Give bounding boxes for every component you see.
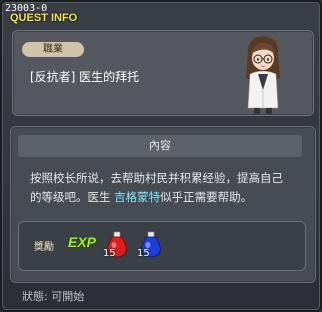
quest-info-window: 23003-0 QUEST INFO 職業 [反抗者] 医生的拜托 內容 按照校…	[0, 0, 322, 312]
red-potion-count: 15	[103, 248, 116, 259]
description-line-1: 按照校长所说，去帮助村民并积累经验，提高自己	[30, 171, 283, 185]
window-title: QUEST INFO	[10, 12, 78, 24]
description-line-2: 的等级吧。医生 吉格蒙特似乎正需要帮助。	[30, 188, 305, 207]
description-text: 的等级吧。医生	[30, 190, 111, 204]
quest-status: 狀態: 可開始	[22, 290, 85, 303]
npc-link[interactable]: 吉格蒙特	[114, 190, 160, 204]
job-badge: 職業	[22, 42, 84, 57]
description-text: 似乎正需要帮助。	[160, 190, 253, 204]
reward-label: 獎勵	[34, 242, 54, 253]
quest-description: 按照校长所说，去帮助村民并积累经验，提高自己 的等级吧。医生 吉格蒙特似乎正需要…	[30, 169, 305, 207]
npc-portrait-icon	[246, 36, 280, 114]
content-header: 內容	[18, 135, 302, 157]
blue-potion-count: 15	[137, 248, 150, 259]
exp-icon: EXP	[68, 234, 97, 250]
quest-name: [反抗者] 医生的拜托	[30, 70, 140, 84]
